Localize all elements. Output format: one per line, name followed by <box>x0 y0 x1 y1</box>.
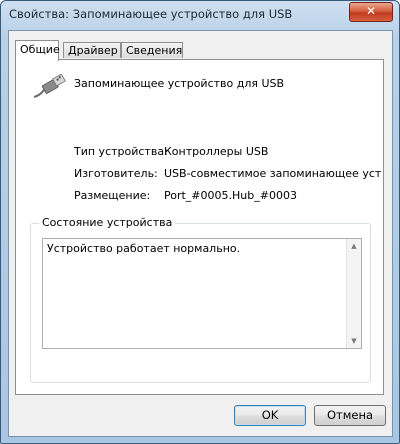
device-type-value: Контроллеры USB <box>164 145 269 158</box>
general-tab-panel: Запоминающее устройство для USB Тип устр… <box>15 59 384 395</box>
scroll-down-arrow-icon[interactable]: ▼ <box>347 334 361 348</box>
device-status-text: Устройство работает нормально. <box>47 242 241 255</box>
usb-plug-icon <box>33 74 66 98</box>
tab-details[interactable]: Сведения <box>121 42 183 58</box>
window-title: Свойства: Запоминающее устройство для US… <box>9 7 293 21</box>
cancel-button[interactable]: Отмена <box>314 405 386 426</box>
device-name: Запоминающее устройство для USB <box>74 77 285 90</box>
tab-general[interactable]: Общие <box>15 40 60 61</box>
close-icon: ✕ <box>365 4 377 18</box>
manufacturer-value: USB-совместимое запоминающее устройство <box>164 167 382 180</box>
properties-dialog: Свойства: Запоминающее устройство для US… <box>0 0 400 444</box>
device-type-label: Тип устройства: <box>74 145 168 158</box>
status-scrollbar[interactable]: ▲ ▼ <box>346 239 361 348</box>
device-status-legend: Состояние устройства <box>39 216 176 229</box>
device-status-group: Состояние устройства Устройство работает… <box>30 216 371 383</box>
location-value: Port_#0005.Hub_#0003 <box>164 189 297 202</box>
close-button[interactable]: ✕ <box>349 2 393 22</box>
location-label: Размещение: <box>74 189 151 202</box>
dialog-client-area: Общие Драйвер Сведения Запоминающее устр… <box>8 30 393 437</box>
device-status-textbox[interactable]: Устройство работает нормально. ▲ ▼ <box>42 238 362 349</box>
tab-driver[interactable]: Драйвер <box>63 42 121 58</box>
title-bar[interactable]: Свойства: Запоминающее устройство для US… <box>1 1 399 27</box>
manufacturer-label: Изготовитель: <box>74 167 158 180</box>
scroll-up-arrow-icon[interactable]: ▲ <box>347 239 361 253</box>
ok-button[interactable]: OK <box>234 405 306 426</box>
